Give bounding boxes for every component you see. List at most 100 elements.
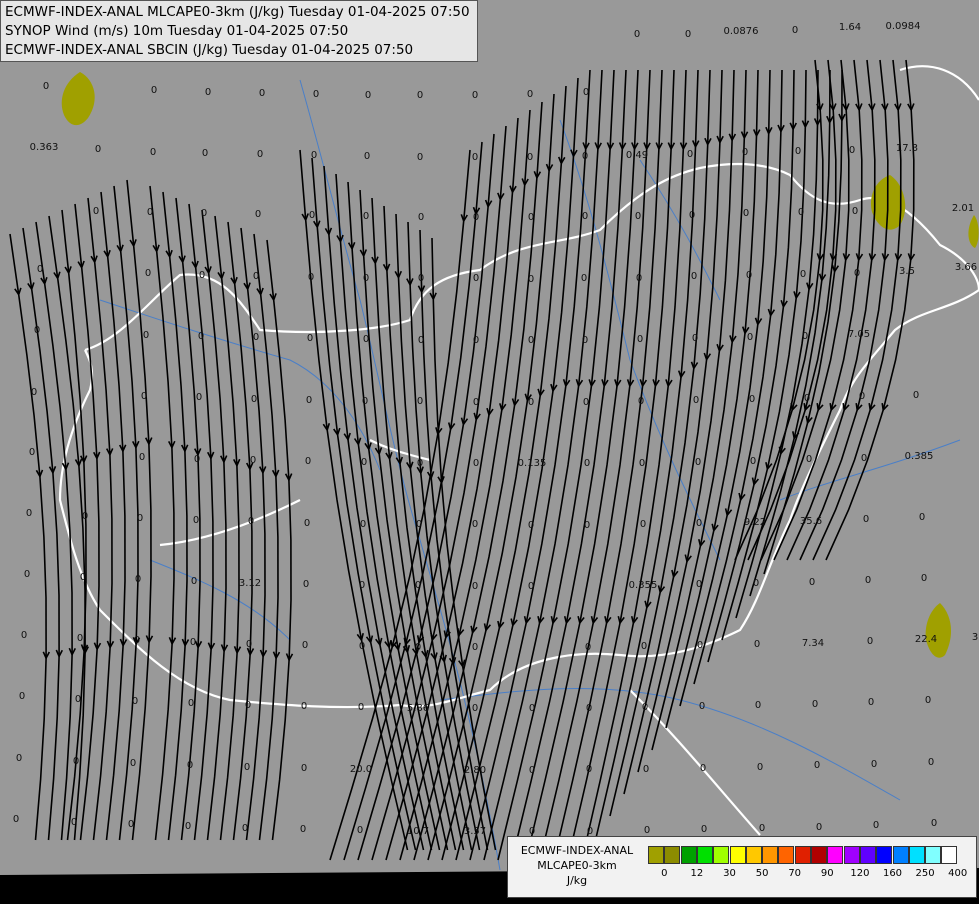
station-value: 0 xyxy=(313,89,319,100)
station-value: 0 xyxy=(586,703,592,714)
station-value: 0 xyxy=(360,519,366,530)
station-value: 0 xyxy=(472,642,478,653)
station-value: 0 xyxy=(814,760,820,771)
station-value: 0 xyxy=(190,637,196,648)
station-value: 0 xyxy=(301,763,307,774)
station-value: 0 xyxy=(931,818,937,829)
station-value: 0 xyxy=(199,270,205,281)
station-value: 0 xyxy=(528,520,534,531)
station-value: 0 xyxy=(71,817,77,828)
station-value: 0 xyxy=(185,821,191,832)
station-value: 0.135 xyxy=(518,458,547,469)
station-value: 0 xyxy=(194,454,200,465)
station-value: 0 xyxy=(416,519,422,530)
station-value: 0 xyxy=(861,453,867,464)
station-value: 0 xyxy=(417,152,423,163)
station-value: 0 xyxy=(755,700,761,711)
station-value: 0 xyxy=(925,695,931,706)
station-value: 0 xyxy=(137,513,143,524)
station-value: 0 xyxy=(754,639,760,650)
station-value: 0 xyxy=(145,268,151,279)
station-value: 0 xyxy=(75,694,81,705)
station-value: 0 xyxy=(528,581,534,592)
legend-swatch xyxy=(680,846,697,864)
station-value: 0 xyxy=(921,573,927,584)
station-value: 0 xyxy=(418,273,424,284)
station-value: 0 xyxy=(253,271,259,282)
station-value: 0 xyxy=(586,764,592,775)
station-value: 0 xyxy=(806,454,812,465)
legend-swatch xyxy=(648,846,664,864)
station-value: 0 xyxy=(300,824,306,835)
station-value: 0 xyxy=(868,697,874,708)
station-value: 0 xyxy=(244,762,250,773)
station-value: 0 xyxy=(473,273,479,284)
station-value: 3 xyxy=(972,632,978,643)
title-line-cin: ECMWF-INDEX-ANAL SBCIN (J/kg) Tuesday 01… xyxy=(5,42,414,58)
station-value: 0 xyxy=(132,696,138,707)
color-legend: ECMWF-INDEX-ANAL MLCAPE0-3km J/kg 0 12 30 5… xyxy=(507,836,977,898)
station-value: 0 xyxy=(361,457,367,468)
station-value: 0 xyxy=(139,452,145,463)
station-value: 0 xyxy=(311,150,317,161)
station-value: 0 xyxy=(472,519,478,530)
station-value: 0 xyxy=(747,332,753,343)
station-value: 0.0984 xyxy=(886,21,921,32)
station-value: 0 xyxy=(695,457,701,468)
station-value: 0 xyxy=(130,758,136,769)
station-value: 0 xyxy=(417,90,423,101)
station-value: 0 xyxy=(581,273,587,284)
station-value: 0.49 xyxy=(626,150,648,161)
station-value: 0 xyxy=(584,520,590,531)
station-value: 0 xyxy=(802,331,808,342)
station-value: 0 xyxy=(849,145,855,156)
station-value: 0 xyxy=(77,633,83,644)
station-value: 0 xyxy=(913,390,919,401)
station-value: 0 xyxy=(816,822,822,833)
station-value: 0 xyxy=(188,698,194,709)
station-value: 0 xyxy=(637,334,643,345)
station-value: 0 xyxy=(43,81,49,92)
station-value: 0 xyxy=(800,269,806,280)
station-value: 0 xyxy=(29,447,35,458)
station-value: 0 xyxy=(150,147,156,158)
map-background xyxy=(0,0,979,875)
legend-title-unit: J/kg xyxy=(566,874,588,887)
legend-tick-label: 70 xyxy=(788,868,802,879)
station-value: 0 xyxy=(859,391,865,402)
station-value: 0 xyxy=(583,87,589,98)
station-value: 0 xyxy=(582,151,588,162)
station-value: 0 xyxy=(201,208,207,219)
legend-swatch xyxy=(827,846,844,864)
station-value: 0 xyxy=(473,335,479,346)
station-value: 0 xyxy=(582,211,588,222)
station-value: 0 xyxy=(640,519,646,530)
station-value: 0 xyxy=(919,512,925,523)
station-value: 0 xyxy=(641,641,647,652)
station-value: 0 xyxy=(693,395,699,406)
station-value: 10.7 xyxy=(407,826,429,837)
station-value: 0 xyxy=(863,514,869,525)
station-value: 0 xyxy=(303,579,309,590)
legend-swatch xyxy=(745,846,762,864)
station-value: 0 xyxy=(250,455,256,466)
station-value: 0 xyxy=(643,764,649,775)
station-value: 0 xyxy=(141,391,147,402)
station-value: 0 xyxy=(743,208,749,219)
station-value: 0 xyxy=(871,759,877,770)
legend-title: ECMWF-INDEX-ANAL MLCAPE0-3km J/kg xyxy=(512,843,642,888)
station-value: 0 xyxy=(689,210,695,221)
station-value: 0 xyxy=(193,515,199,526)
station-value: 0 xyxy=(364,151,370,162)
station-value: 0 xyxy=(742,147,748,158)
station-value: 0 xyxy=(634,29,640,40)
legend-swatch xyxy=(843,846,860,864)
station-value: 0 xyxy=(135,574,141,585)
station-value: 0 xyxy=(928,757,934,768)
station-value: 0 xyxy=(191,576,197,587)
map-title-box: ECMWF-INDEX-ANAL MLCAPE0-3km (J/kg) Tues… xyxy=(0,0,478,62)
station-value: 0 xyxy=(246,639,252,650)
station-value: 0 xyxy=(528,335,534,346)
station-value: 3.12 xyxy=(239,578,261,589)
legend-swatch xyxy=(713,846,730,864)
